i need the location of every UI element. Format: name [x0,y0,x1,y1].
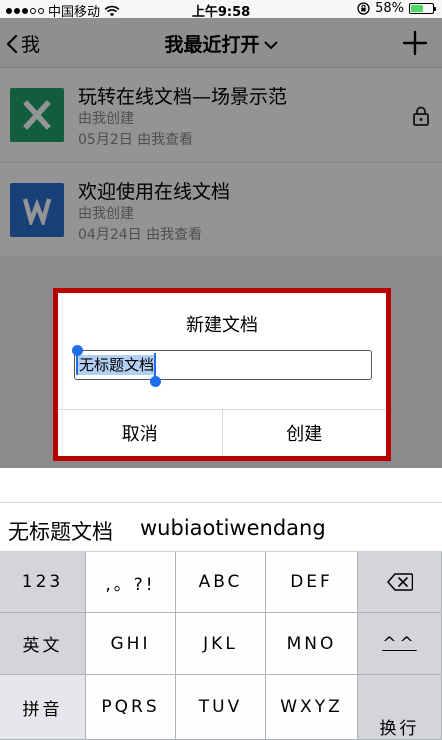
key-numbers[interactable]: 123 [0,552,86,613]
key-return[interactable]: 换行 [358,675,442,740]
key-abc[interactable]: ABC [176,552,266,613]
key-jkl[interactable]: JKL [176,613,266,675]
key-tuv[interactable]: TUV [176,675,266,740]
candidate-pinyin: wubiaotiwendang [140,516,326,540]
dialog-title: 新建文档 [186,315,258,336]
key-english[interactable]: 英文 [0,613,86,675]
key-mno[interactable]: MNO [266,613,358,675]
battery-icon [409,3,436,14]
ime-candidate-bar: 无标题文档 wubiaotiwendang [0,502,442,552]
keyboard: 123 ,。?! ABC DEF 英文 GHI JKL MNO ^^ 拼音 PQ… [0,552,442,740]
key-def[interactable]: DEF [266,552,358,613]
battery-percent: 58% [375,1,404,16]
create-button[interactable]: 创建 [221,410,387,456]
key-delete[interactable] [358,552,442,613]
key-wxyz[interactable]: WXYZ [266,675,358,740]
document-name-input[interactable]: 无标题文档 [74,350,372,380]
orientation-lock-icon [357,2,370,15]
status-bar: 中国移动 上午9:58 58% [0,0,442,20]
battery-fill [411,5,424,12]
dialog-buttons: 取消 创建 [58,409,386,456]
selection-start-handle[interactable] [72,345,83,375]
key-ghi[interactable]: GHI [86,613,176,675]
new-document-dialog: 新建文档 无标题文档 取消 创建 [53,288,391,461]
key-pinyin[interactable]: 拼音 [0,675,86,740]
key-punctuation[interactable]: ,。?! [86,552,176,613]
candidate-word[interactable]: 无标题文档 [8,516,113,546]
selected-text: 无标题文档 [78,355,156,375]
status-right: 58% [357,1,436,16]
key-pqrs[interactable]: PQRS [86,675,176,740]
cancel-button[interactable]: 取消 [58,410,222,456]
selection-end-handle[interactable] [150,353,161,387]
backspace-icon [386,573,413,591]
key-emoticon[interactable]: ^^ [358,613,442,675]
